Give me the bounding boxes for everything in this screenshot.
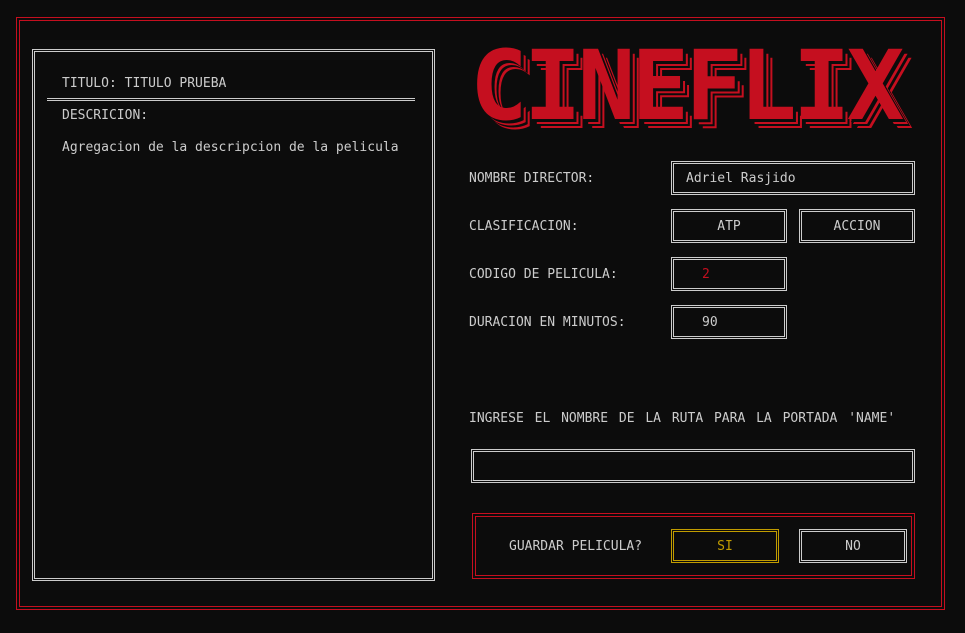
cineflix-logo: CINEFLIX (470, 30, 904, 142)
movie-preview-panel: TITULO: TITULO PRUEBA DESCRICION: Agrega… (32, 49, 435, 581)
code-label: CODIGO DE PELICULA: (469, 267, 618, 282)
classification-label: CLASIFICACION: (469, 219, 579, 234)
classification-button[interactable]: ATP (671, 209, 787, 243)
save-yes-button[interactable]: SI (671, 529, 779, 563)
duration-input[interactable]: 90 (671, 305, 787, 339)
classification-value: ATP (717, 218, 741, 234)
cover-path-label: INGRESE EL NOMBRE DE LA RUTA PARA LA POR… (469, 411, 896, 426)
genre-value: ACCION (833, 218, 881, 234)
title-separator (47, 98, 415, 101)
director-label: NOMBRE DIRECTOR: (469, 171, 595, 186)
save-prompt: GUARDAR PELICULA? (509, 539, 643, 554)
yes-label: SI (717, 538, 733, 554)
code-value: 2 (702, 266, 710, 282)
director-input[interactable]: Adriel Rasjido (671, 161, 915, 195)
save-no-button[interactable]: NO (799, 529, 907, 563)
duration-label: DURACION EN MINUTOS: (469, 315, 626, 330)
genre-button[interactable]: ACCION (799, 209, 915, 243)
duration-value: 90 (702, 314, 718, 330)
movie-title-line: TITULO: TITULO PRUEBA (62, 76, 227, 91)
no-label: NO (845, 538, 861, 554)
cover-path-input[interactable] (471, 449, 915, 483)
director-value: Adriel Rasjido (686, 170, 796, 186)
description-label: DESCRICION: (62, 108, 149, 123)
description-text: Agregacion de la descripcion de la pelic… (62, 140, 399, 155)
code-input[interactable]: 2 (671, 257, 787, 291)
